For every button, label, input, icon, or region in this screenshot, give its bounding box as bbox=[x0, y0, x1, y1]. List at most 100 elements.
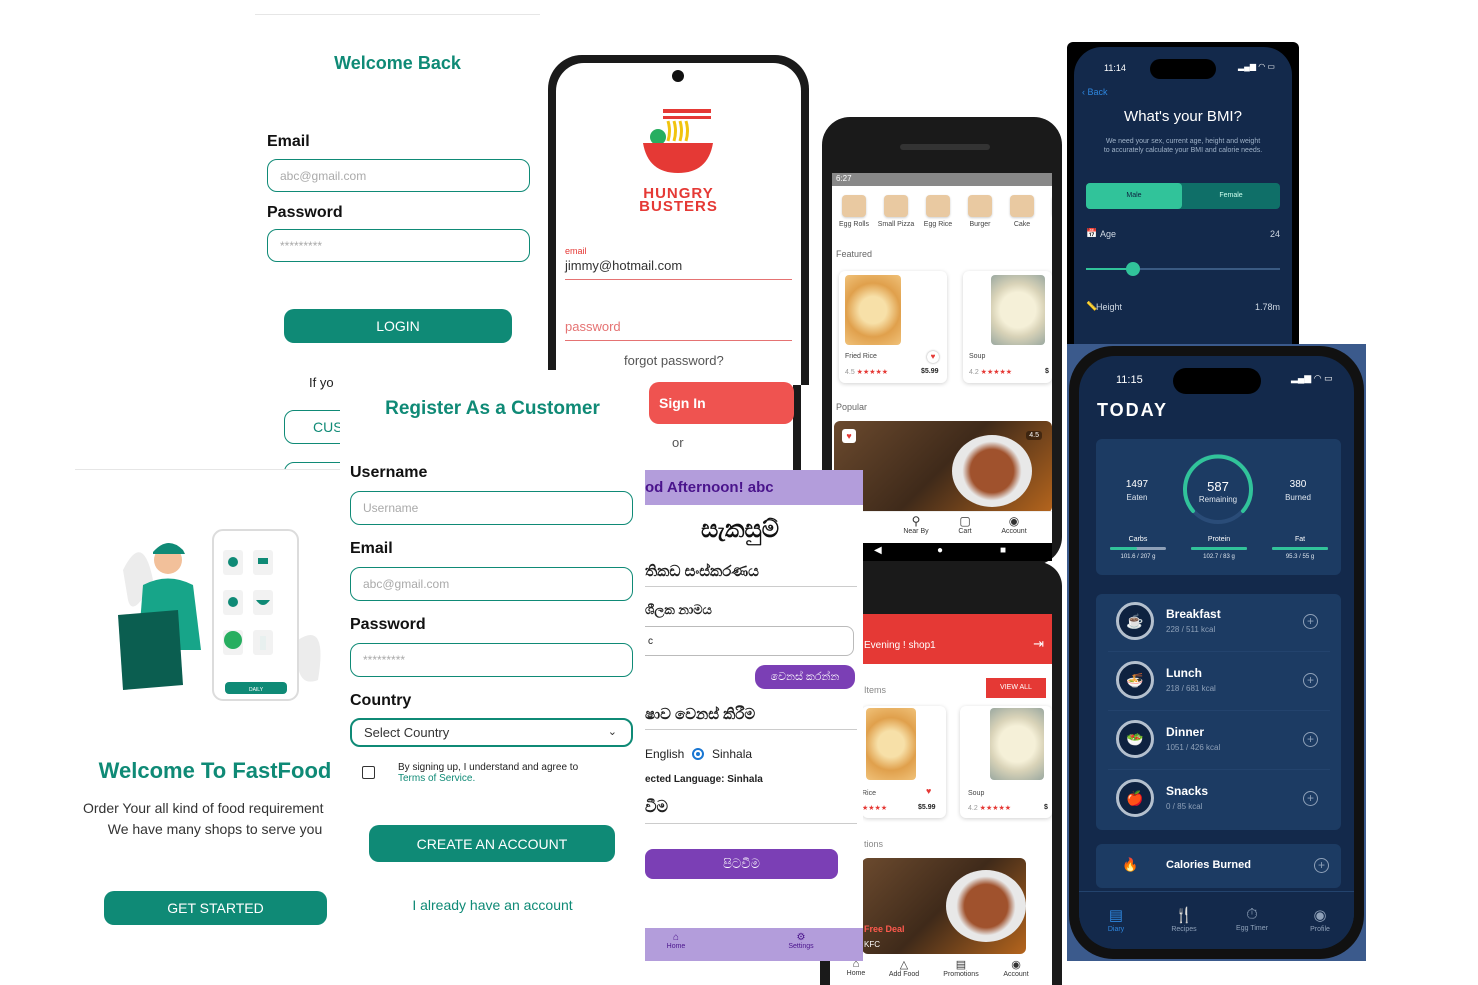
account-tab[interactable]: ◉ Account bbox=[994, 514, 1034, 535]
food-status-bar: 6:27 bbox=[832, 173, 1052, 186]
shop-promotions-tab[interactable]: ▤ Promotions bbox=[936, 958, 986, 978]
shop-heart-icon[interactable]: ♥ bbox=[926, 786, 931, 796]
home-nav-icon[interactable]: ● bbox=[937, 545, 943, 556]
sinhala-greeting: od Afternoon! abc bbox=[645, 479, 774, 496]
shop-item-1[interactable]: Rice ♥ ★★★★ $5.99 bbox=[862, 706, 946, 818]
sinhala-settings-tab[interactable]: ⚙ Settings bbox=[781, 932, 821, 950]
fire-icon: 🔥 bbox=[1122, 857, 1139, 872]
register-password-input[interactable]: ********* bbox=[350, 643, 633, 677]
get-started-button[interactable]: GET STARTED bbox=[104, 891, 327, 925]
login-password-input[interactable]: ********* bbox=[267, 229, 530, 262]
category-item[interactable]: Cake bbox=[1002, 195, 1042, 228]
featured-price-2: $ bbox=[1045, 368, 1049, 375]
hungry-password-input[interactable]: password bbox=[565, 311, 792, 341]
meal-row-breakfast[interactable]: ☕ Breakfast 228 / 511 kcal + bbox=[1108, 594, 1330, 652]
username-input[interactable]: Username bbox=[350, 491, 633, 525]
burned-label: Burned bbox=[1285, 493, 1311, 502]
egg-timer-tab[interactable]: ⏱ Egg Timer bbox=[1227, 906, 1277, 932]
sinhala-heading: සැකසුම් bbox=[701, 516, 779, 543]
macro-bar bbox=[1191, 547, 1247, 550]
bmi-phone: 11:14 ▂▄▆ ◠ ▭ ‹ Back What's your BMI? We… bbox=[1067, 42, 1299, 347]
logout-button[interactable]: පිටවීම bbox=[645, 849, 838, 879]
login-button[interactable]: LOGIN bbox=[284, 309, 512, 343]
username-label: Username bbox=[350, 464, 428, 481]
hungry-email-input[interactable]: jimmy@hotmail.com bbox=[565, 258, 792, 280]
welcome-screen: DAILY Welcome To FastFood Order Your all… bbox=[75, 469, 340, 949]
sex-toggle[interactable]: Male Female bbox=[1086, 183, 1280, 209]
register-email-input[interactable]: abc@gmail.com bbox=[350, 567, 633, 601]
meal-row-lunch[interactable]: 🍜 Lunch 218 / 681 kcal + bbox=[1108, 653, 1330, 711]
heart-icon[interactable]: ♥ bbox=[927, 351, 939, 363]
add-meal-icon[interactable]: + bbox=[1303, 732, 1318, 747]
age-slider-thumb[interactable] bbox=[1125, 262, 1140, 276]
remaining-value: 587 bbox=[1207, 479, 1229, 494]
meal-row-snacks[interactable]: 🍎 Snacks 0 / 85 kcal + bbox=[1108, 771, 1330, 829]
signin-button[interactable]: Sign In bbox=[649, 382, 794, 424]
cart-tab[interactable]: ▢ Cart bbox=[945, 514, 985, 535]
sinhala-home-tab[interactable]: ⌂ Home bbox=[661, 932, 691, 950]
category-item[interactable]: Egg Rice bbox=[918, 195, 958, 228]
login-email-input[interactable]: abc@gmail.com bbox=[267, 159, 530, 192]
back-nav-icon[interactable]: ◀ bbox=[874, 545, 882, 556]
country-select[interactable]: Select Country ⌄ bbox=[350, 718, 633, 747]
soup-image bbox=[991, 275, 1045, 345]
popular-image[interactable]: ♥ 4.5 bbox=[834, 421, 1052, 513]
recents-nav-icon[interactable]: ■ bbox=[1000, 545, 1006, 556]
category-thumb bbox=[842, 195, 866, 217]
terms-link[interactable]: Terms of Service. bbox=[398, 773, 475, 784]
shop-item-2[interactable]: Soup 4.2 ★★★★★ $ bbox=[960, 706, 1052, 818]
nearby-tab[interactable]: ⚲ Near By bbox=[896, 514, 936, 535]
recipes-tab[interactable]: 🍴 Recipes bbox=[1159, 906, 1209, 933]
featured-card-2[interactable]: Soup 4.2 ★★★★★ $ bbox=[963, 271, 1052, 383]
add-meal-icon[interactable]: + bbox=[1303, 614, 1318, 629]
profile-tab[interactable]: ◉ Profile bbox=[1295, 906, 1345, 933]
register-email-label: Email bbox=[350, 540, 393, 557]
or-text: or bbox=[672, 435, 684, 450]
terms-checkbox[interactable] bbox=[362, 766, 375, 779]
add-burned-icon[interactable]: + bbox=[1314, 858, 1329, 873]
meal-row-dinner[interactable]: 🥗 Dinner 1051 / 426 kcal + bbox=[1108, 712, 1330, 770]
logout-icon[interactable]: ⇥ bbox=[1033, 636, 1044, 652]
featured-card-1[interactable]: Fried Rice ♥ 4.5 ★★★★★ $5.99 bbox=[839, 271, 947, 383]
shop-account-tab[interactable]: ◉ Account bbox=[996, 958, 1036, 978]
male-option[interactable]: Male bbox=[1086, 183, 1182, 209]
calories-burned-card[interactable]: 🔥 Calories Burned + bbox=[1096, 844, 1341, 888]
back-link[interactable]: ‹ Back bbox=[1082, 87, 1108, 97]
change-name-button[interactable]: වෙනස් කරන්න bbox=[755, 665, 855, 689]
age-slider[interactable] bbox=[1086, 262, 1280, 276]
diary-tab[interactable]: ▤ Diary bbox=[1091, 906, 1141, 933]
deal-title: Free Deal bbox=[864, 924, 905, 934]
category-item[interactable]: Egg Rolls bbox=[834, 195, 874, 228]
english-radio-label[interactable]: English bbox=[645, 747, 684, 761]
add-meal-icon[interactable]: + bbox=[1303, 673, 1318, 688]
age-value: 24 bbox=[1269, 229, 1280, 239]
category-item[interactable]: C bbox=[1044, 195, 1052, 228]
female-option[interactable]: Female bbox=[1182, 183, 1280, 209]
shop-item-name-2: Soup bbox=[968, 790, 985, 797]
popular-rating: 4.5 bbox=[1026, 431, 1042, 440]
utensils-icon: 🍴 bbox=[1174, 907, 1194, 924]
calorie-summary-card: 1497 Eaten 587 Remaining 380 Burned Carb… bbox=[1096, 439, 1341, 575]
welcome-line1: Order Your all kind of food requirement bbox=[83, 800, 324, 816]
view-all-button[interactable]: VIEW ALL bbox=[986, 678, 1046, 698]
deal-banner[interactable]: Free Deal KFC bbox=[862, 858, 1026, 954]
category-item[interactable]: Small Pizza bbox=[876, 195, 916, 228]
popular-heart-icon[interactable]: ♥ bbox=[842, 429, 856, 443]
category-thumb bbox=[884, 195, 908, 217]
create-account-button[interactable]: CREATE AN ACCOUNT bbox=[369, 825, 615, 862]
meal-icon: 🍎 bbox=[1116, 779, 1154, 817]
welcome-title: Welcome To FastFood bbox=[98, 758, 332, 783]
sinhala-radio-icon[interactable] bbox=[692, 748, 704, 760]
bmi-subtitle-2: to accurately calculate your BMI and cal… bbox=[1103, 147, 1263, 154]
today-time: 11:15 bbox=[1116, 374, 1143, 386]
hungry-logo-line2: BUSTERS bbox=[639, 198, 718, 215]
name-input[interactable]: c bbox=[637, 626, 854, 656]
fried-rice-image bbox=[845, 275, 901, 345]
sinhala-radio-label[interactable]: Sinhala bbox=[712, 747, 752, 761]
category-item[interactable]: Burger bbox=[960, 195, 1000, 228]
forgot-password-link[interactable]: forgot password? bbox=[624, 353, 724, 368]
have-account-link[interactable]: I already have an account bbox=[340, 897, 645, 913]
shop-add-food-tab[interactable]: △ Add Food bbox=[884, 958, 924, 978]
dynamic-island-2 bbox=[1173, 368, 1261, 394]
add-meal-icon[interactable]: + bbox=[1303, 791, 1318, 806]
